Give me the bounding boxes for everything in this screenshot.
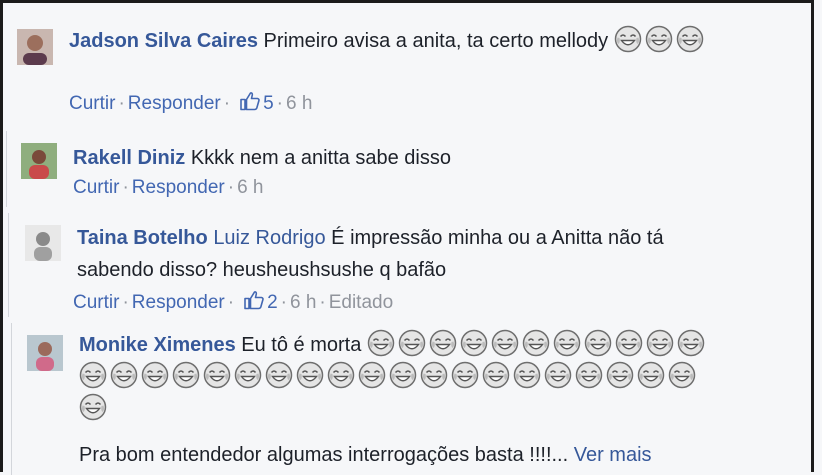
tears-of-joy-emoji [491,329,519,357]
tears-of-joy-emoji [203,361,231,389]
avatar[interactable] [21,143,57,179]
comment-text-line1: É impressão minha ou a Anitta não tá [331,227,664,249]
tears-of-joy-emoji [327,361,355,389]
thumbs-up-icon[interactable] [243,289,265,311]
timestamp[interactable]: 6 h [237,177,263,198]
edited-label[interactable]: Editado [329,292,393,313]
comment-author[interactable]: Rakell Diniz [73,147,185,169]
tears-of-joy-emoji [645,25,673,53]
see-more-link[interactable]: Ver mais [574,444,652,466]
like-count[interactable]: 5 [263,93,274,114]
tears-of-joy-emoji [614,25,642,53]
tears-of-joy-emoji [429,329,457,357]
reply-thread-line [6,131,7,207]
tears-of-joy-emoji [646,329,674,357]
tears-of-joy-emoji [575,361,603,389]
tears-of-joy-emoji [265,361,293,389]
comments-panel: Jadson Silva Caires Primeiro avisa a ani… [0,0,814,475]
tears-of-joy-emoji [110,361,138,389]
tears-of-joy-emoji [553,329,581,357]
tears-of-joy-emoji [141,361,169,389]
tears-of-joy-emoji [676,25,704,53]
tears-of-joy-emoji [460,329,488,357]
comment-text: Eu tô é morta [241,334,362,356]
comment-text-line2: sabendo disso? heusheushsushe q bafão [77,259,447,281]
tears-of-joy-emoji [544,361,572,389]
like-link[interactable]: Curtir [69,93,115,114]
comment-text: Primeiro avisa a anita, ta certo mellody [263,30,609,52]
reply-thread-line [8,213,9,317]
comment-text: Kkkk nem a anitta sabe disso [190,147,451,169]
tears-of-joy-emoji [615,329,643,357]
comment-text-continued: Pra bom entendedor algumas interrogações… [79,444,569,466]
comment-author[interactable]: Monike Ximenes [79,334,236,356]
tears-of-joy-emoji [389,361,417,389]
tears-of-joy-emoji [79,361,107,389]
tears-of-joy-emoji [172,361,200,389]
like-count[interactable]: 2 [267,292,278,313]
tears-of-joy-emoji [482,361,510,389]
avatar[interactable] [17,29,53,65]
tears-of-joy-emoji [358,361,386,389]
tears-of-joy-emoji [367,329,395,357]
comment-actions: Curtir · Responder · 5 · 6 h [69,90,312,115]
tears-of-joy-emoji [513,361,541,389]
like-link[interactable]: Curtir [73,177,119,198]
comment-actions: Curtir · Responder · 6 h [73,177,264,198]
tears-of-joy-emoji [79,393,107,421]
tears-of-joy-emoji [420,361,448,389]
tears-of-joy-emoji [606,361,634,389]
like-link[interactable]: Curtir [73,292,119,313]
thumbs-up-icon[interactable] [239,90,261,112]
avatar[interactable] [27,335,63,371]
tears-of-joy-emoji [451,361,479,389]
tears-of-joy-emoji [637,361,665,389]
mention-link[interactable]: Luiz Rodrigo [213,227,325,249]
comment-author[interactable]: Jadson Silva Caires [69,30,258,52]
tears-of-joy-emoji [296,361,324,389]
timestamp[interactable]: 6 h [286,93,312,114]
reply-link[interactable]: Responder [132,292,225,313]
tears-of-joy-emoji [677,329,705,357]
reply-link[interactable]: Responder [128,93,221,114]
tears-of-joy-emoji [234,361,262,389]
tears-of-joy-emoji [584,329,612,357]
reply-link[interactable]: Responder [132,177,225,198]
timestamp[interactable]: 6 h [290,292,316,313]
tears-of-joy-emoji [398,329,426,357]
comment-actions: Curtir · Responder · 2 · 6 h · Editado [73,289,393,314]
comment-author[interactable]: Taina Botelho [77,227,208,249]
tears-of-joy-emoji [668,361,696,389]
reply-thread-line [11,323,12,475]
avatar[interactable] [25,225,61,261]
tears-of-joy-emoji [522,329,550,357]
